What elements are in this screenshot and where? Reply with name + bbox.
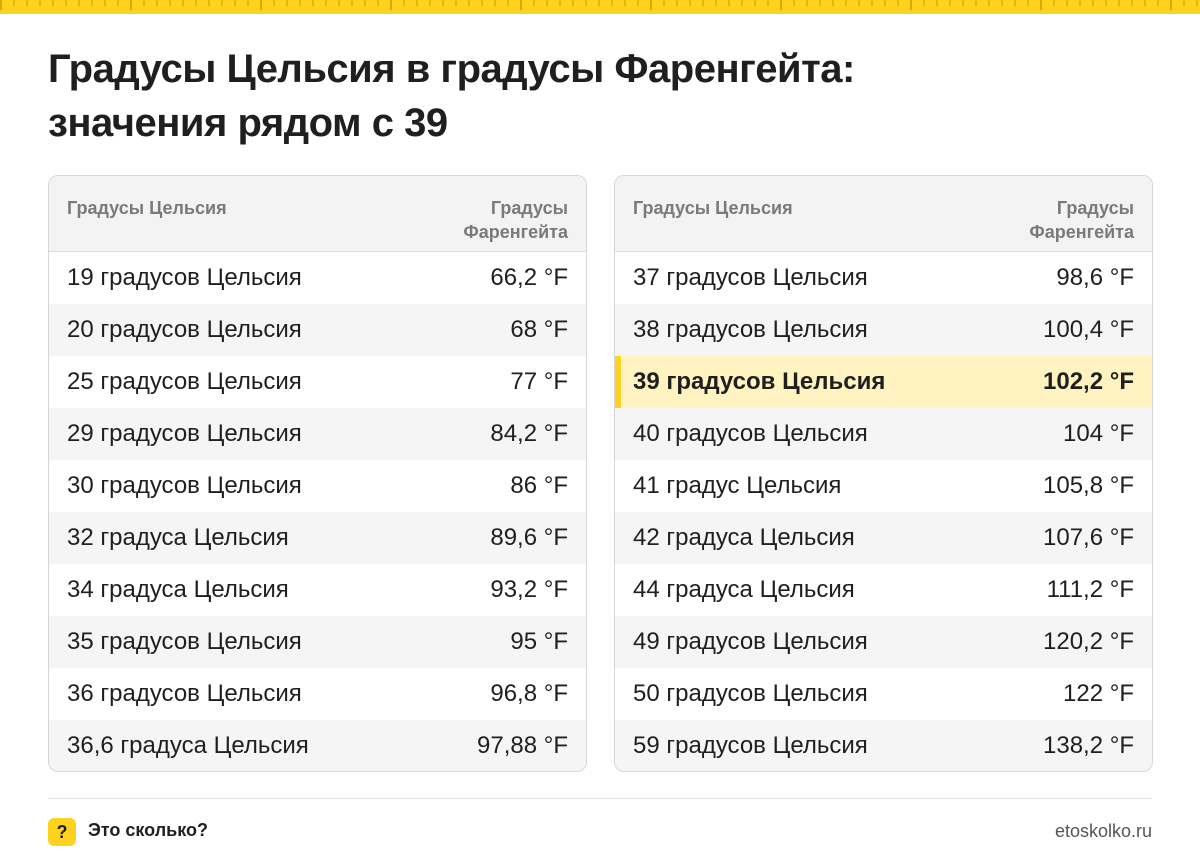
table-body-left: 19 градусов Цельсия 66,2 °F 20 градусов Це… [49,252,586,771]
fahrenheit-cell: 107,6 °F [1043,524,1134,551]
celsius-cell: 37 градусов Цельсия [633,264,868,291]
table-row: 42 градуса Цельсия 107,6 °F [615,512,1152,564]
table-row: 25 градусов Цельсия 77 °F [49,356,586,408]
fahrenheit-cell: 84,2 °F [490,420,568,447]
question-mark-logo-icon: ? [48,818,76,846]
footer-brand-name: Это сколько? [88,820,208,840]
fahrenheit-cell: 104 °F [1063,420,1134,447]
fahrenheit-cell: 138,2 °F [1043,732,1134,759]
table-row: 44 градуса Цельсия 111,2 °F [615,564,1152,616]
fahrenheit-cell: 111,2 °F [1046,576,1134,603]
table-header-right: Градусы Цельсия Градусы Фаренгейта [615,176,1152,252]
fahrenheit-cell: 95 °F [510,628,568,655]
celsius-cell: 39 градусов Цельсия [633,368,886,395]
table-row: 32 градуса Цельсия 89,6 °F [49,512,586,564]
table-row: 59 градусов Цельсия 138,2 °F [615,720,1152,771]
fahrenheit-cell: 122 °F [1063,680,1134,707]
celsius-cell: 36,6 градуса Цельсия [67,732,309,759]
column-header-fahrenheit: Градусы Фаренгейта [463,196,568,251]
celsius-cell: 49 градусов Цельсия [633,628,868,655]
page-title-line-1: Градусы Цельсия в градусы Фаренгейта: [48,47,855,91]
table-row: 50 градусов Цельсия 122 °F [615,668,1152,720]
celsius-cell: 41 градус Цельсия [633,472,842,499]
celsius-cell: 20 градусов Цельсия [67,316,302,343]
table-header-left: Градусы Цельсия Градусы Фаренгейта [49,176,586,252]
table-row: 30 градусов Цельсия 86 °F [49,460,586,512]
celsius-cell: 30 градусов Цельсия [67,472,302,499]
table-body-right: 37 градусов Цельсия 98,6 °F 38 градусов Це… [615,252,1152,771]
table-row: 36,6 градуса Цельсия 97,88 °F [49,720,586,771]
celsius-cell: 35 градусов Цельсия [67,628,302,655]
celsius-cell: 32 градуса Цельсия [67,524,289,551]
fahrenheit-cell: 93,2 °F [490,576,568,603]
celsius-cell: 59 градусов Цельсия [633,732,868,759]
conversion-table-right: Градусы Цельсия Градусы Фаренгейта 37 гр… [614,175,1153,772]
table-row: 41 градус Цельсия 105,8 °F [615,460,1152,512]
table-row: 49 градусов Цельсия 120,2 °F [615,616,1152,668]
table-row: 36 градусов Цельсия 96,8 °F [49,668,586,720]
fahrenheit-cell: 86 °F [510,472,568,499]
fahrenheit-cell: 100,4 °F [1043,316,1134,343]
fahrenheit-cell: 105,8 °F [1043,472,1134,499]
celsius-cell: 34 градуса Цельсия [67,576,289,603]
column-header-fahrenheit-line-1: Градусы [1056,198,1134,218]
table-row: 38 градусов Цельсия 100,4 °F [615,304,1152,356]
footer-divider [48,798,1152,799]
page-title: Градусы Цельсия в градусы Фаренгейта: зн… [48,42,1148,150]
table-row: 37 градусов Цельсия 98,6 °F [615,252,1152,304]
conversion-table-left: Градусы Цельсия Градусы Фаренгейта 19 гр… [48,175,587,772]
fahrenheit-cell: 97,88 °F [477,732,568,759]
fahrenheit-cell: 120,2 °F [1043,628,1134,655]
column-header-celsius: Градусы Цельсия [67,198,227,218]
fahrenheit-cell: 96,8 °F [490,680,568,707]
table-row: 20 градусов Цельсия 68 °F [49,304,586,356]
table-row: 19 градусов Цельсия 66,2 °F [49,252,586,304]
fahrenheit-cell: 98,6 °F [1056,264,1134,291]
celsius-cell: 42 градуса Цельсия [633,524,855,551]
celsius-cell: 19 градусов Цельсия [67,264,302,291]
table-row: 29 градусов Цельсия 84,2 °F [49,408,586,460]
column-header-fahrenheit: Градусы Фаренгейта [1029,196,1134,251]
column-header-celsius: Градусы Цельсия [633,198,793,218]
page-title-line-2: значения рядом с 39 [48,101,448,145]
table-row: 34 градуса Цельсия 93,2 °F [49,564,586,616]
fahrenheit-cell: 66,2 °F [490,264,568,291]
top-ruler-major-ticks [0,0,1200,10]
column-header-fahrenheit-line-1: Градусы [490,198,568,218]
fahrenheit-cell: 89,6 °F [490,524,568,551]
celsius-cell: 29 градусов Цельсия [67,420,302,447]
celsius-cell: 36 градусов Цельсия [67,680,302,707]
footer-site-link[interactable]: etoskolko.ru [1055,821,1152,842]
table-row-highlighted: 39 градусов Цельсия 102,2 °F [615,356,1152,408]
fahrenheit-cell: 77 °F [510,368,568,395]
fahrenheit-cell: 102,2 °F [1043,368,1134,395]
celsius-cell: 40 градусов Цельсия [633,420,868,447]
table-row: 40 градусов Цельсия 104 °F [615,408,1152,460]
table-row: 35 градусов Цельсия 95 °F [49,616,586,668]
celsius-cell: 25 градусов Цельсия [67,368,302,395]
column-header-fahrenheit-line-2: Фаренгейта [1029,222,1134,242]
celsius-cell: 44 градуса Цельсия [633,576,855,603]
celsius-cell: 50 градусов Цельсия [633,680,868,707]
column-header-fahrenheit-line-2: Фаренгейта [463,222,568,242]
celsius-cell: 38 градусов Цельсия [633,316,868,343]
fahrenheit-cell: 68 °F [510,316,568,343]
